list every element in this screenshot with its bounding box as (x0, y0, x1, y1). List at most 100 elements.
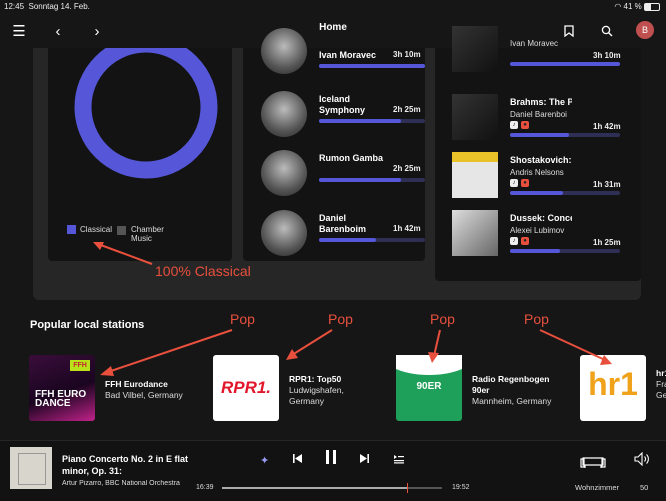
battery-icon (644, 2, 660, 11)
avatar[interactable]: B (636, 21, 654, 39)
album-cover (452, 26, 498, 72)
artist-name: Iceland Symphony (319, 94, 366, 115)
pause-icon[interactable] (324, 449, 338, 468)
station-card-regenbogen[interactable]: 90ER Radio Regenbogen 90er Mannheim, Ger… (396, 355, 566, 425)
artist-row[interactable]: Ivan Moravec 3h 10m (261, 28, 425, 76)
volume-level: 50 (640, 483, 649, 492)
annotation-pop-3: Pop (430, 311, 455, 327)
artist-name: Daniel Barenboim (319, 213, 367, 234)
station-location: Mannheim, Germany (472, 396, 552, 406)
artist-photo (261, 210, 307, 256)
album-row[interactable]: Ivan Moravec 3h 10m (452, 26, 632, 74)
seek-playhead[interactable] (407, 483, 408, 493)
album-play-time: 1h 42m (593, 122, 621, 131)
artist-row[interactable]: Rumon Gamba 2h 25m (261, 150, 425, 198)
station-card-ffh[interactable]: FFH EURO DANCE FFH FFH Eurodance Bad Vil… (29, 355, 199, 425)
album-play-bar (510, 62, 620, 66)
sparkle-icon[interactable]: ✦ (260, 454, 269, 467)
now-playing-bar[interactable]: Piano Concerto No. 2 in E flat minor, Op… (0, 440, 666, 501)
station-card-rpr1[interactable]: RPR1. RPR1: Top50 Ludwigshafen, Germany (213, 355, 383, 425)
station-logo-text: FFH EURO DANCE (35, 389, 87, 409)
album-artist: Ivan Moravec (510, 39, 559, 48)
station-logo-rpr1: RPR1. (213, 355, 279, 421)
album-badge-icon: ● (521, 121, 529, 129)
album-play-bar (510, 133, 569, 137)
artist-photo (261, 150, 307, 196)
album-artist: Daniel Barenboi (510, 110, 567, 119)
artist-play-bar (319, 178, 401, 182)
artist-row[interactable]: Daniel Barenboim 1h 42m (261, 210, 425, 258)
album-title: Dussek: Concer (510, 213, 572, 223)
station-name: RPR1: Top50 (289, 374, 342, 384)
section-heading-stations: Popular local stations (30, 319, 145, 331)
status-right: ◠ 41 % (614, 2, 660, 11)
annotation-classical: 100% Classical (155, 263, 251, 279)
artist-name: Rumon Gamba (319, 153, 384, 163)
station-logo-text: RPR1. (220, 378, 272, 397)
artist-play-time: 2h 25m (393, 164, 421, 173)
album-badge-icon: ● (521, 179, 529, 187)
queue-icon[interactable] (393, 452, 405, 467)
previous-track-icon[interactable] (292, 452, 303, 467)
album-badge-icon: ♪ (510, 237, 518, 245)
station-name: Radio Regenbogen 90er (472, 374, 550, 395)
album-play-time: 1h 25m (593, 238, 621, 247)
artist-play-time: 3h 10m (393, 50, 421, 59)
station-logo-regenbogen: 90ER (396, 355, 462, 421)
artist-name: Ivan Moravec (319, 50, 377, 60)
station-card-hr1[interactable]: hr1 hr1 Fra Ge (580, 355, 666, 425)
album-cover (452, 94, 498, 140)
artist-play-bar (319, 119, 401, 123)
now-playing-title: Piano Concerto No. 2 in E flat minor, Op… (62, 454, 189, 476)
album-play-time: 3h 10m (593, 51, 621, 60)
station-location: Ludwigshafen, Germany (289, 385, 344, 406)
genre-panel: Classical Chamber Music (48, 48, 232, 261)
album-row[interactable]: Brahms: The Pia Daniel Barenboi ♪● 1h 42m (452, 94, 632, 142)
annotation-pop-1: Pop (230, 311, 255, 327)
album-badge-icon: ● (521, 237, 529, 245)
album-play-bar (510, 249, 560, 253)
artist-photo (261, 28, 307, 74)
ffh-logo-badge: FFH (70, 360, 90, 371)
station-name: FFH Eurodance (105, 379, 168, 389)
station-name: hr1 (656, 368, 666, 378)
now-playing-artist: Artur Pizarro, BBC National Orchestra (62, 480, 180, 487)
album-cover (452, 152, 498, 198)
battery-percentage: 41 % (623, 2, 642, 11)
album-play-time: 1h 31m (593, 180, 621, 189)
status-bar: 12:45 Sonntag 14. Feb. ◠ 41 % (0, 0, 666, 14)
now-playing-cover[interactable] (10, 447, 52, 489)
station-logo-hr1: hr1 (580, 355, 646, 421)
album-badge-icon: ♪ (510, 121, 518, 129)
artist-play-time: 1h 42m (393, 224, 421, 233)
status-time-date: 12:45 Sonntag 14. Feb. (4, 2, 90, 11)
station-location: Bad Vilbel, Germany (105, 390, 183, 400)
seek-bar-fill (222, 487, 407, 489)
next-track-icon[interactable] (359, 452, 370, 467)
seek-bar[interactable] (222, 483, 442, 493)
station-logo-text: hr1 (588, 366, 638, 402)
album-artist: Alexei Lubimov (510, 226, 565, 235)
album-row[interactable]: Dussek: Concer Alexei Lubimov ♪ ● 1h 25m (452, 210, 632, 258)
album-row[interactable]: Shostakovich: S Andris Nelsons ♪● 1h 31m (452, 152, 632, 200)
artist-play-bar (319, 64, 425, 68)
artist-play-bar (319, 238, 376, 242)
album-cover (452, 210, 498, 256)
album-title: Brahms: The Pia (510, 97, 572, 107)
room-name[interactable]: Wohnzimmer (575, 483, 619, 492)
album-play-bar (510, 191, 563, 195)
volume-icon[interactable] (634, 451, 650, 469)
album-title: Shostakovich: S (510, 155, 572, 165)
top-albums-panel: Ivan Moravec 3h 10m Brahms: The Pia Daniel … (435, 26, 641, 281)
annotation-pop-4: Pop (524, 311, 549, 327)
artist-play-time: 2h 25m (393, 105, 421, 114)
speaker-room-icon[interactable] (580, 453, 606, 472)
genre-donut-chart (74, 48, 218, 179)
album-artist: Andris Nelsons (510, 168, 564, 177)
annotation-pop-2: Pop (328, 311, 353, 327)
donut-slice-classical (74, 48, 218, 179)
legend-swatch-chamber (117, 226, 126, 235)
artist-photo (261, 91, 307, 137)
artist-row[interactable]: Iceland Symphony 2h 25m (261, 91, 425, 139)
elapsed-time: 16:39 (196, 484, 214, 491)
